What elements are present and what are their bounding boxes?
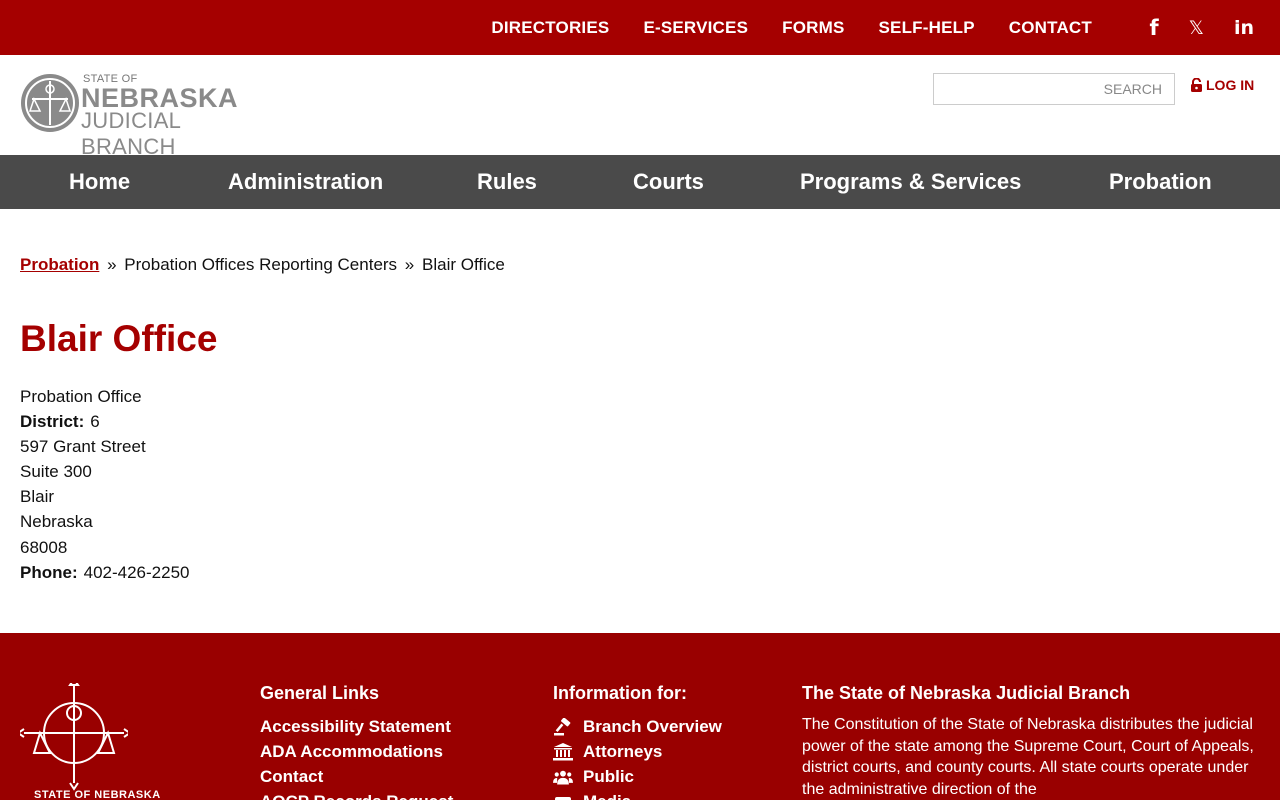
footer-ada-link[interactable]: ADA Accommodations [260, 739, 453, 764]
top-utility-bar: DIRECTORIES E-SERVICES FORMS SELF-HELP C… [0, 0, 1280, 55]
district-value: 6 [90, 412, 100, 432]
office-type: Probation Office [20, 387, 142, 406]
branch-overview-label: Branch Overview [583, 717, 722, 736]
breadcrumb-separator: » [404, 255, 415, 274]
social-links: f 𝕏 in [1120, 0, 1255, 55]
login-button[interactable]: LOG IN [1190, 77, 1254, 93]
breadcrumb-probation-link[interactable]: Probation [20, 255, 99, 274]
facebook-icon[interactable]: f [1150, 16, 1159, 40]
attorneys-label: Attorneys [583, 742, 663, 761]
forms-link[interactable]: FORMS [782, 18, 844, 38]
utility-nav: DIRECTORIES E-SERVICES FORMS SELF-HELP C… [457, 0, 1092, 55]
office-details: Probation Office District: 6 597 Grant St… [20, 384, 189, 585]
media-icon [555, 796, 571, 800]
site-header: STATE OF NEBRASKA JUDICIAL BRANCH LOG IN [0, 55, 1280, 159]
nav-courts[interactable]: Courts [633, 155, 704, 209]
footer-attorneys-link[interactable]: Attorneys [553, 739, 722, 764]
e-services-link[interactable]: E-SERVICES [643, 18, 748, 38]
x-icon[interactable]: 𝕏 [1189, 17, 1204, 39]
gavel-icon [554, 717, 571, 735]
office-phone: Phone: 402-426-2250 [20, 560, 189, 585]
breadcrumb-current: Blair Office [422, 255, 505, 274]
breadcrumb-reporting-centers: Probation Offices Reporting Centers [124, 255, 398, 274]
footer-about: The State of Nebraska Judicial Branch Th… [802, 683, 1260, 800]
breadcrumb: Probation » Probation Offices Reporting … [20, 255, 505, 275]
login-label: LOG IN [1206, 77, 1255, 93]
search-input[interactable] [933, 73, 1175, 105]
self-help-link[interactable]: SELF-HELP [879, 18, 975, 38]
site-footer: STATE OF NEBRASKA General Links Accessib… [0, 633, 1280, 800]
courthouse-icon [553, 742, 573, 760]
office-suite: Suite 300 [20, 462, 92, 482]
about-text: The Constitution of the State of Nebrask… [802, 716, 1254, 798]
nav-probation[interactable]: Probation [1109, 155, 1212, 209]
people-icon [553, 770, 573, 784]
about-heading: The State of Nebraska Judicial Branch [802, 683, 1131, 703]
media-label: Media [583, 789, 631, 800]
phone-label: Phone: [20, 562, 78, 582]
office-city: Blair [20, 487, 55, 507]
main-nav: Home Administration Rules Courts Program… [0, 155, 1280, 209]
phone-value: 402-426-2250 [83, 562, 190, 582]
office-zip: 68008 [20, 537, 68, 557]
footer-branch-overview-link[interactable]: Branch Overview [553, 714, 722, 739]
footer-public-link[interactable]: Public [553, 764, 722, 789]
footer-media-link[interactable]: Media [553, 789, 722, 800]
nav-administration[interactable]: Administration [228, 155, 383, 209]
district-label: District: [20, 412, 85, 432]
footer-general-links: General Links Accessibility Statement AD… [260, 683, 453, 800]
linkedin-icon[interactable]: in [1234, 17, 1254, 39]
office-street: 597 Grant Street [20, 437, 146, 457]
public-label: Public [583, 767, 635, 786]
footer-seal-icon [20, 683, 128, 791]
footer-records-request-link[interactable]: AOCP Records Request [260, 789, 453, 800]
information-for-heading: Information for: [553, 683, 687, 703]
breadcrumb-separator: » [107, 255, 117, 274]
nav-rules[interactable]: Rules [477, 155, 537, 209]
general-links-heading: General Links [260, 683, 380, 703]
footer-contact-link[interactable]: Contact [260, 764, 453, 789]
footer-information-for: Information for: Branch Overview Attorne… [553, 683, 722, 800]
seal-icon [21, 74, 79, 132]
site-logo[interactable]: STATE OF NEBRASKA JUDICIAL BRANCH [20, 72, 280, 159]
footer-seal-text: STATE OF NEBRASKA [34, 789, 161, 800]
logo-judicial-branch: JUDICIAL BRANCH [81, 108, 181, 159]
footer-accessibility-link[interactable]: Accessibility Statement [260, 714, 453, 739]
contact-link[interactable]: CONTACT [1009, 18, 1092, 38]
office-state: Nebraska [20, 512, 93, 532]
lock-icon [1191, 78, 1202, 92]
office-district: District: 6 [20, 409, 189, 434]
page-title: Blair Office [20, 318, 218, 359]
directories-link[interactable]: DIRECTORIES [491, 18, 609, 38]
nav-home[interactable]: Home [69, 155, 130, 209]
nav-programs-services[interactable]: Programs & Services [800, 155, 1021, 209]
